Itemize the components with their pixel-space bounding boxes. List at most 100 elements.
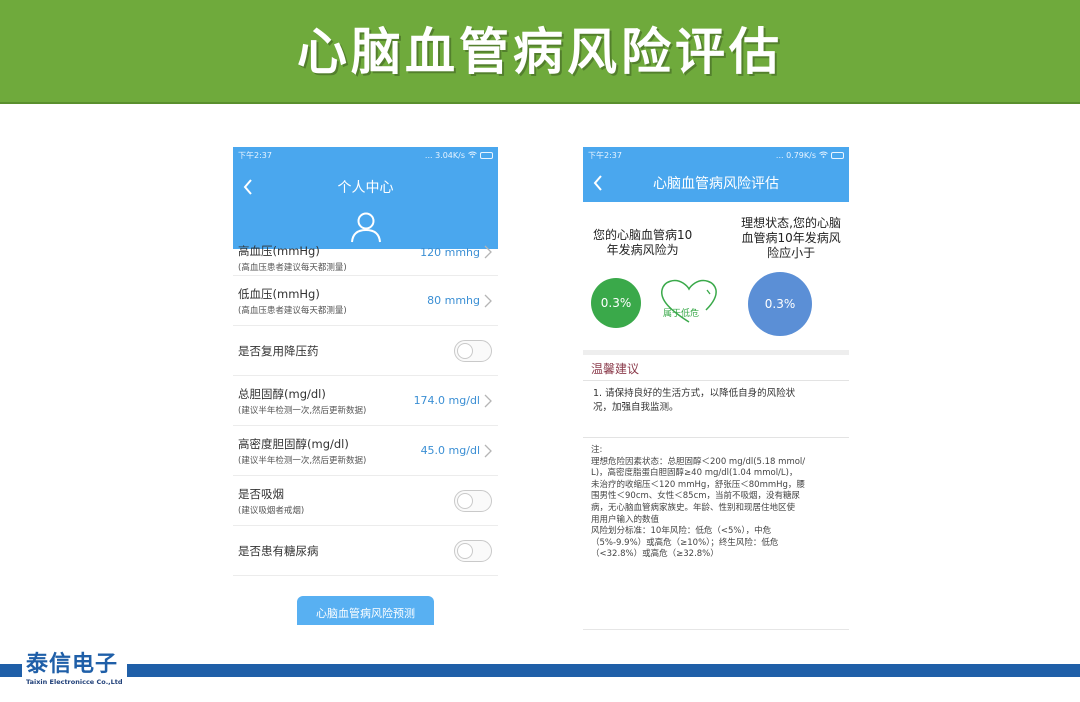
hdl-cholesterol-row[interactable]: 高密度胆固醇(mg/dl) (建议半年检测一次,然后更新数据) 45.0 mg/…	[233, 426, 498, 476]
smoking-label: 是否吸烟	[238, 486, 284, 501]
notes-line: 风险划分标准：10年风险：低危（<5%），中危	[591, 526, 772, 537]
chevron-right-icon	[484, 294, 492, 307]
ideal-risk-line: 血管病10年发病风	[741, 231, 841, 245]
diabetes-text: 是否患有糖尿病	[238, 543, 319, 559]
app-bar: 心脑血管病风险评估	[583, 164, 849, 202]
total-cholesterol-text: 总胆固醇(mg/dl) (建议半年检测一次,然后更新数据)	[238, 386, 366, 416]
your-risk-line: 您的心脑血管病10	[593, 228, 693, 242]
your-risk-line: 年发病风险为	[606, 243, 679, 257]
diastolic-value: 80 mmhg	[427, 294, 480, 307]
systolic-value: 120 mmhg	[420, 245, 480, 259]
app-bar: 个人中心	[233, 164, 498, 209]
network-speed: ... 3.04K/s	[424, 151, 465, 160]
bottom-divider	[583, 629, 849, 630]
smoking-toggle[interactable]	[454, 489, 492, 512]
diastolic-text: 低血压(mmHg) (高血压患者建议每天都测量)	[238, 286, 347, 316]
slide: 心脑血管病风险评估 下午2:37 ... 3.04K/s 个人中心 高血压(mm…	[0, 0, 1080, 702]
ideal-risk-line: 险应小于	[767, 246, 816, 260]
total-cholesterol-value-group: 174.0 mg/dl	[414, 394, 492, 408]
hdl-cholesterol-text: 高密度胆固醇(mg/dl) (建议半年检测一次,然后更新数据)	[238, 436, 366, 466]
user-avatar-icon[interactable]	[349, 209, 383, 243]
notes-line: 未治疗的收缩压＜120 mmHg，舒张压＜80mmHg，腰	[591, 479, 805, 490]
risk-circles: 0.3% 属于低危 0.3%	[583, 272, 849, 342]
your-risk-circle: 0.3%	[591, 278, 641, 328]
diabetes-label: 是否患有糖尿病	[238, 543, 319, 558]
smoking-text: 是否吸烟 (建议吸烟者戒烟)	[238, 486, 304, 516]
total-cholesterol-value: 174.0 mg/dl	[413, 394, 480, 407]
diastolic-sub: (高血压患者建议每天都测量)	[238, 305, 347, 316]
back-arrow-icon[interactable]	[591, 172, 605, 194]
company-logo: 泰信电子 Taixin Electronicce Co.,Ltd	[22, 652, 127, 690]
footer-bar	[0, 664, 1080, 677]
wifi-icon	[468, 151, 477, 160]
toggle-knob	[457, 492, 473, 509]
hdl-cholesterol-value: 45.0 mg/dl	[420, 444, 480, 457]
hdl-cholesterol-value-group: 45.0 mg/dl	[421, 444, 492, 458]
notes-block: 注: 理想危险因素状态：总胆固醇＜200 mg/dl(5.18 mmol/ L)…	[583, 437, 849, 561]
notes-line: L)，高密度脂蛋白胆固醇≥40 mg/dl(1.04 mmol/L)，	[591, 468, 798, 479]
diabetes-toggle[interactable]	[454, 539, 492, 562]
notes-line: 围男性＜90cm、女性＜85cm，当前不吸烟，没有糖尿	[591, 491, 801, 502]
systolic-row[interactable]: 高血压(mmHg) (高血压患者建议每天都测量) 120 mmhg	[233, 244, 498, 276]
systolic-label: 高血压(mmHg)	[238, 244, 320, 258]
risk-compare: 您的心脑血管病10 年发病风险为 理想状态,您的心脑 血管病10年发病风 险应小…	[583, 202, 849, 278]
bp-medication-text: 是否复用降压药	[238, 343, 319, 359]
slide-title: 心脑血管病风险评估	[297, 23, 783, 81]
battery-icon	[831, 152, 844, 159]
smoking-sub: (建议吸烟者戒烟)	[238, 505, 305, 516]
title-banner: 心脑血管病风险评估	[0, 0, 1080, 104]
battery-icon	[480, 152, 493, 159]
bp-medication-row: 是否复用降压药	[233, 326, 498, 376]
logo-english-name: Taixin Electronicce Co.,Ltd	[26, 678, 123, 686]
chevron-right-icon	[484, 245, 492, 259]
tips-line: 1. 请保持良好的生活方式，以降低自身的风险状	[593, 388, 796, 399]
your-risk-text: 您的心脑血管病10 年发病风险为	[593, 228, 692, 278]
toggle-knob	[457, 342, 473, 359]
status-time: 下午2:37	[238, 151, 272, 160]
status-time: 下午2:37	[588, 151, 622, 160]
tips-body: 1. 请保持良好的生活方式，以降低自身的风险状 况，加强自我监测。	[583, 381, 849, 425]
diastolic-label: 低血压(mmHg)	[238, 286, 320, 301]
phone-risk-assessment: 下午2:37 ... 0.79K/s 心脑血管病风险评估 您的心脑血管病10 年…	[583, 147, 849, 630]
diastolic-row[interactable]: 低血压(mmHg) (高血压患者建议每天都测量) 80 mmhg	[233, 276, 498, 326]
notes-line: 理想危险因素状态：总胆固醇＜200 mg/dl(5.18 mmol/	[591, 456, 806, 467]
total-cholesterol-sub: (建议半年检测一次,然后更新数据)	[238, 405, 367, 416]
notes-line: 注:	[591, 445, 603, 455]
systolic-sub: (高血压患者建议每天都测量)	[238, 263, 347, 273]
systolic-value-group: 120 mmhg	[420, 245, 492, 259]
back-arrow-icon[interactable]	[241, 176, 255, 198]
notes-line: 用用户输入的数值	[591, 514, 660, 525]
status-bar: 下午2:37 ... 3.04K/s	[233, 147, 498, 164]
bp-medication-label: 是否复用降压药	[238, 343, 319, 358]
hdl-cholesterol-label: 高密度胆固醇(mg/dl)	[238, 436, 349, 451]
chevron-right-icon	[484, 444, 492, 457]
systolic-text: 高血压(mmHg) (高血压患者建议每天都测量)	[238, 244, 347, 273]
notes-line: 病，无心脑血管病家族史。年龄、性别和现居住地区使	[591, 502, 796, 513]
page-title: 个人中心	[337, 179, 394, 196]
page-title: 心脑血管病风险评估	[653, 176, 779, 192]
risk-level-label: 属于低危	[663, 309, 700, 319]
status-icons: ... 3.04K/s	[425, 151, 493, 160]
phone-personal-center: 下午2:37 ... 3.04K/s 个人中心 高血压(mmHg) (高血压患者…	[233, 147, 498, 625]
status-icons: ... 0.79K/s	[776, 151, 844, 160]
bp-medication-toggle[interactable]	[454, 339, 492, 362]
tips-line: 况，加强自我监测。	[593, 402, 679, 413]
smoking-row: 是否吸烟 (建议吸烟者戒烟)	[233, 476, 498, 526]
wifi-icon	[819, 151, 828, 160]
network-speed: ... 0.79K/s	[775, 151, 816, 160]
status-bar: 下午2:37 ... 0.79K/s	[583, 147, 849, 164]
ideal-risk-text: 理想状态,您的心脑 血管病10年发病风 险应小于	[741, 216, 841, 278]
notes-line: （5%-9.9%）或高危（≥10%）；终生风险：低危	[591, 537, 779, 548]
ideal-risk-line: 理想状态,您的心脑	[741, 216, 841, 230]
risk-predict-button[interactable]: 心脑血管病风险预测	[297, 595, 434, 625]
chevron-right-icon	[484, 394, 492, 407]
total-cholesterol-row[interactable]: 总胆固醇(mg/dl) (建议半年检测一次,然后更新数据) 174.0 mg/d…	[233, 376, 498, 426]
ideal-risk-circle: 0.3%	[748, 272, 812, 336]
notes-line: （<32.8%）或高危（≥32.8%）	[591, 549, 719, 560]
tips-title: 温馨建议	[583, 355, 849, 381]
toggle-knob	[457, 542, 473, 559]
cta-area: 心脑血管病风险预测	[233, 576, 498, 625]
hdl-cholesterol-sub: (建议半年检测一次,然后更新数据)	[238, 455, 367, 466]
logo-chinese-name: 泰信电子	[26, 652, 119, 677]
diastolic-value-group: 80 mmhg	[427, 294, 492, 308]
